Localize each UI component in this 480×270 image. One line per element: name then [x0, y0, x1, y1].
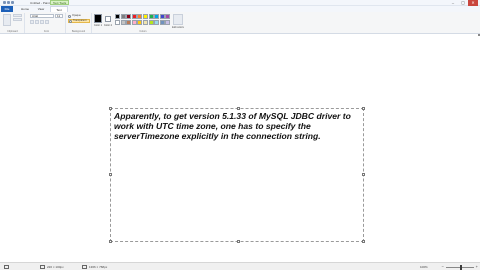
underline-button[interactable] — [40, 20, 44, 24]
palette-swatch[interactable] — [131, 14, 137, 19]
ribbon: Clipboard Arial 11 Font Opaque Transpare… — [0, 12, 480, 34]
palette-swatch[interactable] — [148, 14, 154, 19]
resize-handle[interactable] — [237, 240, 240, 243]
palette-swatch[interactable] — [131, 20, 137, 25]
transparent-label: Transparent — [73, 19, 87, 22]
resize-handle[interactable] — [109, 240, 112, 243]
opaque-label: Opaque — [72, 14, 81, 17]
palette-swatch[interactable] — [120, 14, 126, 19]
font-group: Arial 11 Font — [28, 13, 66, 33]
canvas-size-icon — [82, 265, 87, 269]
color-1-label: Color 1 — [93, 24, 103, 27]
palette-swatch[interactable] — [143, 20, 148, 25]
copy-button[interactable] — [13, 18, 22, 21]
status-bar: 220 × 100px 1366 × 768px 100% − + — [0, 262, 480, 270]
zoom-in-icon[interactable]: + — [476, 265, 478, 269]
color-2-label: Color 2 — [103, 24, 113, 27]
font-group-label: Font — [43, 30, 49, 33]
palette-swatch[interactable] — [115, 20, 120, 25]
palette-swatch[interactable] — [159, 14, 165, 19]
colors-group: Color 1 Color 2 Edit colors Colors — [93, 13, 193, 33]
palette-swatch[interactable] — [137, 20, 143, 25]
selection-icon — [40, 265, 45, 269]
resize-handle[interactable] — [237, 107, 240, 110]
opaque-option[interactable]: Opaque — [68, 14, 90, 18]
font-family-select[interactable]: Arial — [30, 14, 54, 18]
paste-button[interactable] — [3, 14, 11, 26]
edit-colors-label: Edit colors — [172, 26, 184, 29]
drawing-canvas[interactable]: Apparently, to get version 5.1.33 of MyS… — [0, 34, 480, 260]
redo-icon[interactable] — [11, 1, 14, 4]
resize-handle[interactable] — [362, 173, 365, 176]
quick-access-toolbar[interactable] — [3, 1, 23, 5]
palette-swatch[interactable] — [165, 20, 171, 25]
palette-swatch[interactable] — [126, 20, 132, 25]
background-group: Opaque Transparent Background — [66, 13, 92, 33]
palette-swatch[interactable] — [159, 20, 165, 25]
palette-swatch[interactable] — [126, 14, 132, 19]
colors-group-label: Colors — [139, 30, 147, 33]
text-tools-context-tab: Text Tools — [50, 0, 70, 5]
cursor-icon — [4, 265, 9, 269]
resize-handle[interactable] — [109, 173, 112, 176]
selection-size: 220 × 100px — [40, 264, 64, 270]
resize-handle[interactable] — [109, 107, 112, 110]
radio-icon — [68, 14, 71, 18]
zoom-out-icon[interactable]: − — [442, 265, 444, 269]
save-icon[interactable] — [3, 1, 6, 4]
clipboard-group-label: Clipboard — [7, 30, 18, 33]
resize-handle[interactable] — [362, 240, 365, 243]
palette-swatch[interactable] — [148, 20, 154, 25]
cursor-position — [4, 264, 11, 270]
strikethrough-button[interactable] — [45, 20, 49, 24]
clipboard-group: Clipboard — [1, 13, 25, 33]
palette-swatch[interactable] — [154, 20, 160, 25]
palette-swatch[interactable] — [115, 14, 120, 19]
font-size-select[interactable]: 11 — [55, 14, 63, 18]
color-2-swatch[interactable] — [105, 16, 111, 22]
text-box[interactable]: Apparently, to get version 5.1.33 of MyS… — [109, 107, 365, 243]
zoom-level: 100% — [420, 265, 428, 269]
palette-swatch[interactable] — [165, 14, 171, 19]
bold-button[interactable] — [30, 20, 34, 24]
zoom-slider-thumb[interactable] — [460, 265, 462, 270]
palette-swatch[interactable] — [143, 14, 148, 19]
palette-swatch[interactable] — [154, 14, 160, 19]
italic-button[interactable] — [35, 20, 39, 24]
background-group-label: Background — [71, 30, 86, 33]
transparent-option[interactable]: Transparent — [68, 19, 90, 23]
radio-icon — [69, 19, 72, 23]
edit-colors-button[interactable] — [173, 14, 183, 25]
canvas-size: 1366 × 768px — [82, 264, 107, 270]
color-1-swatch[interactable] — [94, 14, 102, 23]
undo-icon[interactable] — [7, 1, 10, 4]
palette-swatch[interactable] — [120, 20, 126, 25]
text-content[interactable]: Apparently, to get version 5.1.33 of MyS… — [114, 111, 362, 141]
cut-button[interactable] — [13, 14, 22, 17]
resize-handle[interactable] — [362, 107, 365, 110]
palette-swatch[interactable] — [137, 14, 143, 19]
